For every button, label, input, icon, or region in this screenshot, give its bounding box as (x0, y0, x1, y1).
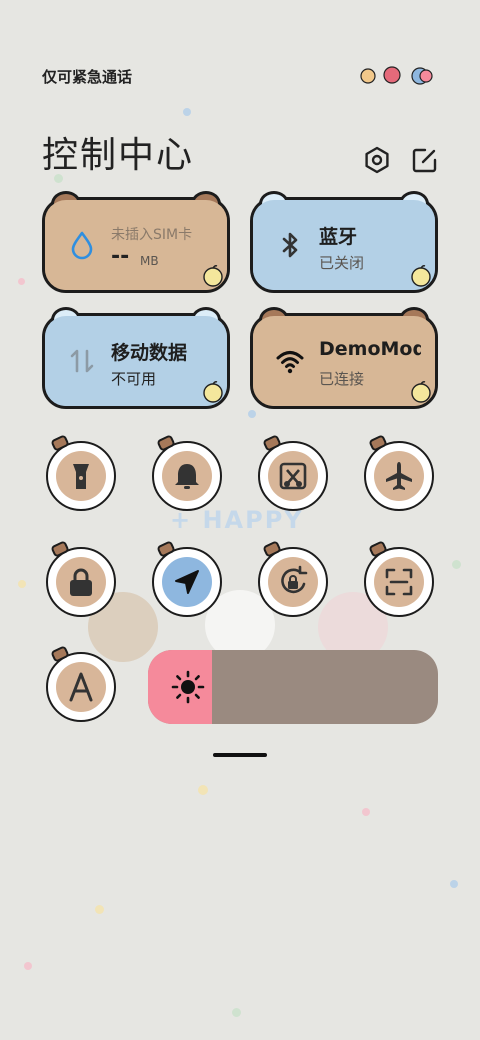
water-drop-icon (71, 231, 93, 260)
bluetooth-icon (282, 232, 298, 258)
bluetooth-title: 蓝牙 (319, 226, 358, 248)
wifi-status: 已连接 (319, 370, 365, 388)
lock-screen-toggle[interactable] (46, 540, 116, 617)
usage-unit: MB (140, 254, 159, 268)
scan-icon (385, 568, 413, 596)
location-toggle[interactable] (152, 540, 222, 617)
screenshot-icon (279, 462, 307, 490)
toggle-tag (156, 540, 176, 558)
toggle-tag (368, 434, 388, 452)
mobile-data-status: 不可用 (111, 370, 157, 388)
brightness-slider[interactable] (148, 650, 438, 724)
usage-value: -- (111, 244, 130, 269)
bluetooth-status: 已关闭 (319, 254, 365, 272)
carrier-status: 仅可紧急通话 (42, 68, 133, 86)
flashlight-icon (73, 464, 89, 489)
apple-sticker-icon (411, 381, 431, 403)
wifi-card[interactable]: DemoMod 已连接 (250, 307, 438, 409)
decor-dot (183, 108, 191, 116)
data-transfer-icon (70, 349, 94, 373)
edit-icon[interactable] (410, 145, 440, 175)
location-arrow-icon (175, 570, 199, 594)
font-size-toggle[interactable] (46, 645, 116, 722)
toggle-tag (50, 645, 70, 663)
mobile-data-card[interactable]: 移动数据 不可用 (42, 307, 230, 409)
decor-dot (450, 880, 458, 888)
toggle-tag (50, 540, 70, 558)
airplane-toggle[interactable] (364, 434, 434, 511)
apple-sticker-icon (411, 265, 431, 287)
bell-icon (175, 464, 199, 489)
rotation-lock-toggle[interactable] (258, 540, 328, 617)
wifi-icon (276, 351, 304, 374)
apple-sticker-icon (203, 381, 223, 403)
sim-status: 未插入SIM卡 (111, 227, 193, 243)
silent-toggle[interactable] (152, 434, 222, 511)
decor-dot (362, 808, 370, 816)
scanner-toggle[interactable] (364, 540, 434, 617)
bluetooth-card[interactable]: 蓝牙 已关闭 (250, 191, 438, 293)
gear-icon[interactable] (362, 145, 392, 175)
apple-sticker-icon (203, 265, 223, 287)
toggle-tag (156, 434, 176, 452)
status-stickers (358, 64, 438, 86)
data-usage-card[interactable]: 未插入SIM卡 -- MB (42, 191, 230, 293)
decor-dot (18, 580, 26, 588)
rotation-lock-icon (281, 565, 308, 594)
sun-icon (171, 670, 205, 704)
airplane-icon (386, 462, 412, 490)
decor-dot (232, 1008, 241, 1017)
decor-dot (198, 785, 208, 795)
decor-dot (248, 410, 256, 418)
toggle-tag (262, 434, 282, 452)
mobile-data-title: 移动数据 (111, 342, 188, 364)
home-indicator[interactable] (213, 753, 267, 757)
toggle-tag (50, 434, 70, 452)
decor-dot (95, 905, 104, 914)
toggle-tag (368, 540, 388, 558)
decor-dot (24, 962, 32, 970)
decor-dot (452, 560, 461, 569)
letter-a-icon (69, 672, 93, 702)
screenshot-toggle[interactable] (258, 434, 328, 511)
wifi-network-name: DemoMod (319, 338, 421, 360)
toggle-tag (262, 540, 282, 558)
page-title: 控制中心 (42, 135, 195, 176)
lock-icon (70, 568, 92, 596)
decor-dot (18, 278, 25, 285)
flashlight-toggle[interactable] (46, 434, 116, 511)
